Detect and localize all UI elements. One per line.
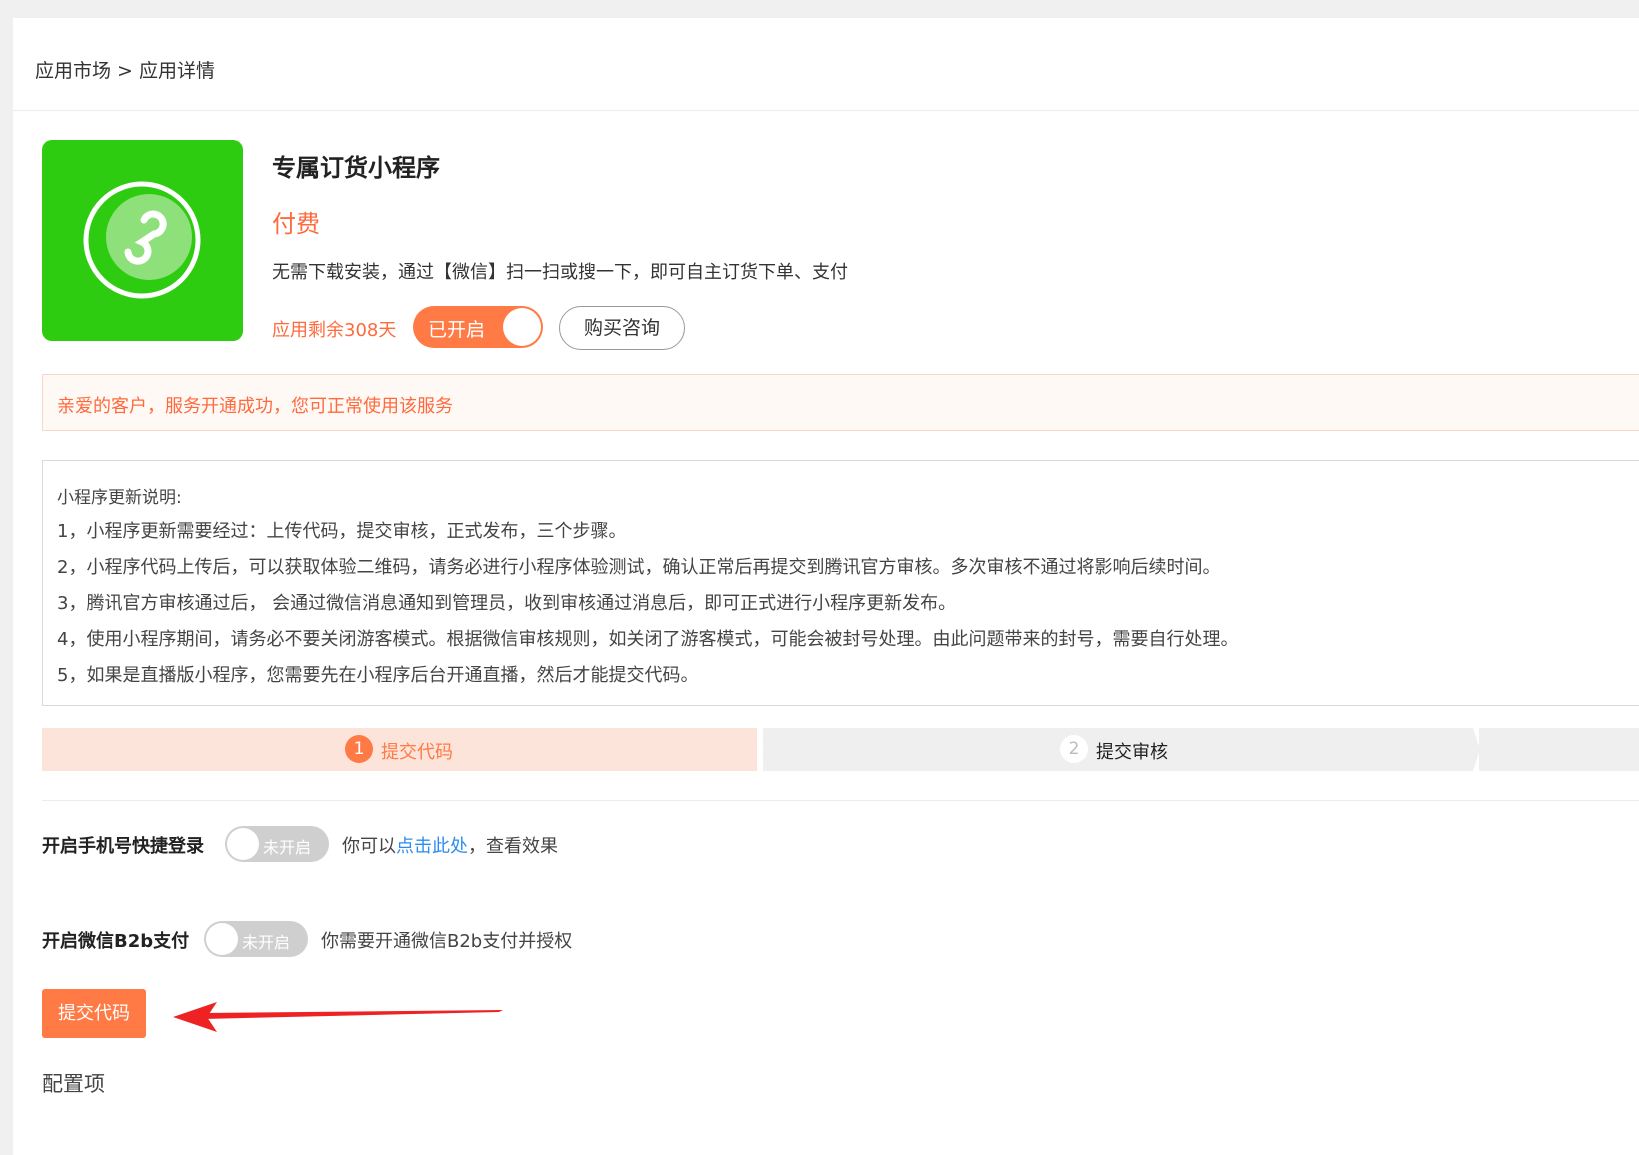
toggle-label: 已开启 — [428, 319, 486, 341]
notice-text: 亲爱的客户，服务开通成功，您可正常使用该服务 — [57, 396, 453, 417]
step-2: 2 提交审核 — [763, 728, 1473, 771]
step-label: 提交审核 — [1096, 742, 1168, 763]
note-text: ，查看效果 — [468, 836, 558, 857]
app-detail-page: 应用市场 > 应用详情 专属订货小程序 付费 无需下载安装，通过【微信】扫一扫或搜一… — [13, 18, 1639, 1155]
app-name: 专属订货小程序 — [272, 154, 440, 182]
breadcrumb-separator: > — [117, 60, 133, 82]
breadcrumb-parent[interactable]: 应用市场 — [35, 60, 111, 82]
config-section-title: 配置项 — [42, 1072, 105, 1096]
step-3 — [1479, 728, 1639, 771]
step-number: 1 — [345, 735, 373, 763]
remaining-days: 应用剩余308天 — [272, 320, 397, 341]
purchase-consult-button[interactable]: 购买咨询 — [559, 306, 685, 350]
app-status-toggle[interactable]: 已开启 — [413, 306, 543, 348]
toggle-knob — [503, 308, 541, 346]
app-description: 无需下载安装，通过【微信】扫一扫或搜一下，即可自主订货下单、支付 — [272, 262, 848, 283]
toggle-label: 未开启 — [263, 838, 312, 857]
instruction-line: 3，腾讯官方审核通过后， 会通过微信消息通知到管理员，收到审核通过消息后，即可正… — [57, 593, 957, 614]
success-notice: 亲爱的客户，服务开通成功，您可正常使用该服务 — [42, 374, 1639, 431]
click-here-link[interactable]: 点击此处 — [396, 836, 468, 857]
breadcrumb-current: 应用详情 — [138, 60, 215, 82]
step-1: 1 提交代码 — [42, 728, 757, 771]
red-arrow-annotation — [173, 1002, 503, 1032]
app-icon — [42, 140, 243, 341]
instruction-line: 5，如果是直播版小程序，您需要先在小程序后台开通直播，然后才能提交代码。 — [57, 665, 699, 686]
note-text: 你可以 — [342, 836, 396, 857]
breadcrumb: 应用市场 > 应用详情 — [35, 56, 215, 83]
toggle-knob — [206, 923, 238, 955]
phone-login-toggle[interactable]: 未开启 — [225, 826, 329, 862]
instruction-line: 4，使用小程序期间，请务必不要关闭游客模式。根据微信审核规则，如关闭了游客模式，… — [57, 629, 1239, 650]
toggle-knob — [227, 828, 259, 860]
mini-program-icon — [83, 181, 201, 299]
submit-code-button[interactable]: 提交代码 — [42, 989, 146, 1038]
header-divider — [13, 110, 1639, 111]
price-label: 付费 — [272, 210, 320, 238]
phone-login-label: 开启手机号快捷登录 — [42, 836, 204, 857]
update-instructions: 小程序更新说明: 1，小程序更新需要经过：上传代码，提交审核，正式发布，三个步骤… — [42, 460, 1639, 706]
instruction-line: 2，小程序代码上传后，可以获取体验二维码，请务必进行小程序体验测试，确认正常后再… — [57, 557, 1221, 578]
section-divider — [42, 800, 1639, 801]
step-number: 2 — [1060, 735, 1088, 763]
b2b-pay-label: 开启微信B2b支付 — [42, 931, 190, 952]
instructions-title: 小程序更新说明: — [57, 488, 182, 508]
instruction-line: 1，小程序更新需要经过：上传代码，提交审核，正式发布，三个步骤。 — [57, 521, 627, 542]
b2b-pay-note: 你需要开通微信B2b支付并授权 — [321, 931, 573, 952]
progress-steps: 1 提交代码 2 提交审核 — [42, 728, 1639, 771]
b2b-pay-toggle[interactable]: 未开启 — [204, 921, 308, 957]
step-label: 提交代码 — [381, 742, 453, 763]
toggle-label: 未开启 — [242, 933, 291, 952]
phone-login-note: 你可以点击此处，查看效果 — [342, 832, 558, 858]
